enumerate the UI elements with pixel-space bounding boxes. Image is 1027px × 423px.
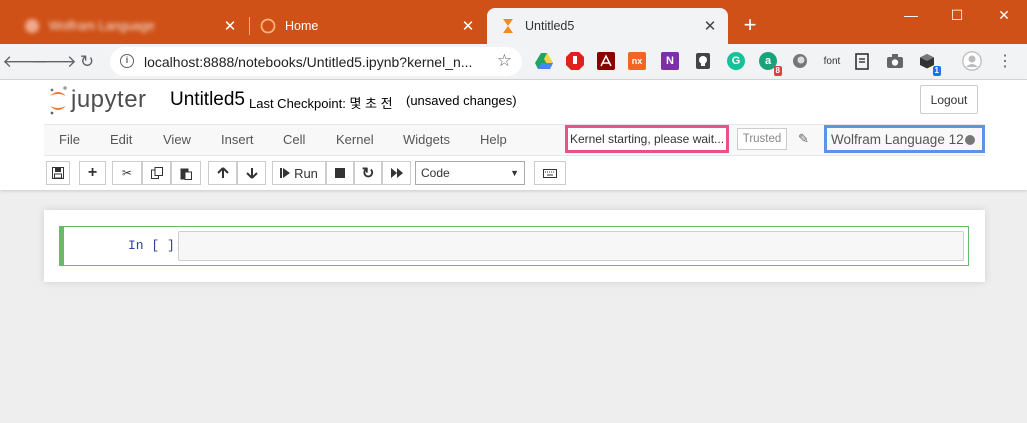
menu-widgets[interactable]: Widgets — [403, 132, 450, 147]
notebook-container: In [ ]: — [44, 210, 985, 282]
address-bar[interactable]: i localhost:8888/notebooks/Untitled5.ipy… — [110, 47, 522, 76]
checkpoint-status: Last Checkpoint: 몇 초 전 — [249, 96, 393, 111]
adblock-icon[interactable] — [566, 52, 584, 70]
move-up-button[interactable] — [208, 161, 237, 185]
circle-ext-icon[interactable] — [791, 52, 809, 70]
restart-button[interactable]: ↻ — [354, 161, 382, 185]
stop-icon — [335, 168, 345, 178]
chrome-menu-icon[interactable]: ⋮ — [996, 52, 1014, 70]
avatar-ext-icon[interactable]: a8 — [759, 52, 782, 76]
wolfram-favicon-icon — [24, 18, 40, 34]
run-button[interactable]: Run — [272, 161, 326, 185]
run-label: Run — [294, 165, 318, 181]
kernel-name-indicator[interactable]: Wolfram Language 12 — [824, 125, 985, 153]
pencil-icon[interactable]: ✎ — [798, 131, 809, 147]
acrobat-icon[interactable] — [597, 52, 615, 70]
cube-icon[interactable]: 1 — [918, 52, 941, 76]
save-icon — [52, 167, 64, 179]
jupyter-logo[interactable]: jupyter — [48, 84, 147, 116]
browser-tab-3[interactable]: Untitled5 ✕ — [487, 8, 728, 44]
close-tab-icon[interactable]: ✕ — [460, 18, 476, 34]
paste-button[interactable] — [171, 161, 201, 185]
logout-button[interactable]: Logout — [920, 85, 978, 114]
interrupt-button[interactable] — [326, 161, 354, 185]
onenote-icon[interactable]: N — [661, 52, 679, 70]
browser-tab-2[interactable]: Home ✕ — [250, 8, 486, 44]
keyboard-icon — [543, 168, 557, 178]
insert-cell-button[interactable]: + — [79, 161, 106, 185]
reload-icon[interactable]: ↻ — [76, 51, 98, 73]
forward-arrow-icon[interactable]: 🡒 — [31, 51, 77, 73]
browser-toolbar: 🡐 🡒 ↻ i localhost:8888/notebooks/Untitle… — [0, 44, 1027, 80]
code-cell[interactable]: In [ ]: — [59, 226, 969, 266]
menu-kernel[interactable]: Kernel — [336, 132, 374, 147]
cell-input-area[interactable] — [178, 231, 964, 261]
cut-button[interactable]: ✂ — [112, 161, 142, 185]
copy-button[interactable] — [142, 161, 171, 185]
minimize-button[interactable]: — — [888, 0, 934, 30]
menu-file[interactable]: File — [59, 132, 80, 147]
cell-type-value: Code — [421, 166, 450, 180]
camera-icon[interactable] — [886, 52, 904, 70]
dropdown-caret-icon: ▼ — [510, 168, 519, 178]
notebook-name[interactable]: Untitled5 — [170, 89, 245, 111]
jupyter-logo-icon — [50, 86, 67, 115]
close-window-button[interactable]: ✕ — [981, 0, 1027, 30]
close-tab-icon[interactable]: ✕ — [702, 18, 718, 34]
cell-type-select[interactable]: Code ▼ — [415, 161, 525, 185]
close-tab-icon[interactable]: ✕ — [222, 18, 238, 34]
arrow-down-icon — [245, 168, 258, 179]
paste-icon — [180, 168, 192, 180]
font-ext-icon[interactable]: font — [820, 52, 844, 70]
google-drive-icon[interactable] — [535, 52, 553, 70]
kernel-busy-indicator-icon — [965, 135, 975, 145]
grammarly-icon[interactable]: G — [727, 52, 745, 70]
arrow-up-icon — [216, 167, 229, 178]
autosave-status: (unsaved changes) — [406, 93, 517, 108]
kernel-status-message: Kernel starting, please wait... — [565, 125, 729, 153]
menu-insert[interactable]: Insert — [221, 132, 254, 147]
menu-edit[interactable]: Edit — [110, 132, 132, 147]
trusted-indicator[interactable]: Trusted — [737, 128, 787, 150]
run-icon — [280, 168, 291, 178]
save-button[interactable] — [46, 161, 70, 185]
menu-help[interactable]: Help — [480, 132, 507, 147]
command-palette-button[interactable] — [534, 161, 566, 185]
restart-run-all-button[interactable] — [382, 161, 411, 185]
tab-title: Untitled5 — [525, 19, 575, 33]
copy-icon — [150, 167, 163, 179]
menu-view[interactable]: View — [163, 132, 191, 147]
url-text[interactable]: localhost:8888/notebooks/Untitled5.ipynb… — [144, 54, 489, 70]
input-prompt: In [ ]: — [128, 238, 183, 253]
tab-title: Wolfram Language — [49, 19, 155, 33]
screencast-icon[interactable]: nx — [628, 52, 646, 70]
maximize-button[interactable]: ☐ — [934, 0, 980, 30]
new-tab-button[interactable]: + — [739, 14, 761, 36]
browser-tab-1[interactable]: Wolfram Language ✕ — [12, 8, 248, 44]
jupyter-favicon-icon — [260, 18, 276, 34]
menu-cell[interactable]: Cell — [283, 132, 305, 147]
profile-avatar-icon[interactable] — [962, 51, 982, 71]
browser-titlebar: Wolfram Language ✕ Home ✕ Untitled5 ✕ + … — [0, 0, 1027, 44]
move-down-button[interactable] — [237, 161, 266, 185]
bulb-icon[interactable] — [694, 52, 712, 70]
info-icon[interactable]: i — [120, 54, 134, 68]
jupyter-header: jupyter Untitled5 Last Checkpoint: 몇 초 전… — [0, 80, 1027, 190]
jupyter-logo-text: jupyter — [71, 86, 147, 113]
clipboard-icon[interactable] — [853, 52, 871, 70]
kernel-name-label: Wolfram Language 12 — [831, 131, 964, 147]
fast-forward-icon — [390, 168, 403, 178]
tab-title: Home — [285, 19, 319, 33]
bookmark-star-icon[interactable]: ☆ — [497, 51, 512, 71]
hourglass-icon — [500, 18, 516, 34]
